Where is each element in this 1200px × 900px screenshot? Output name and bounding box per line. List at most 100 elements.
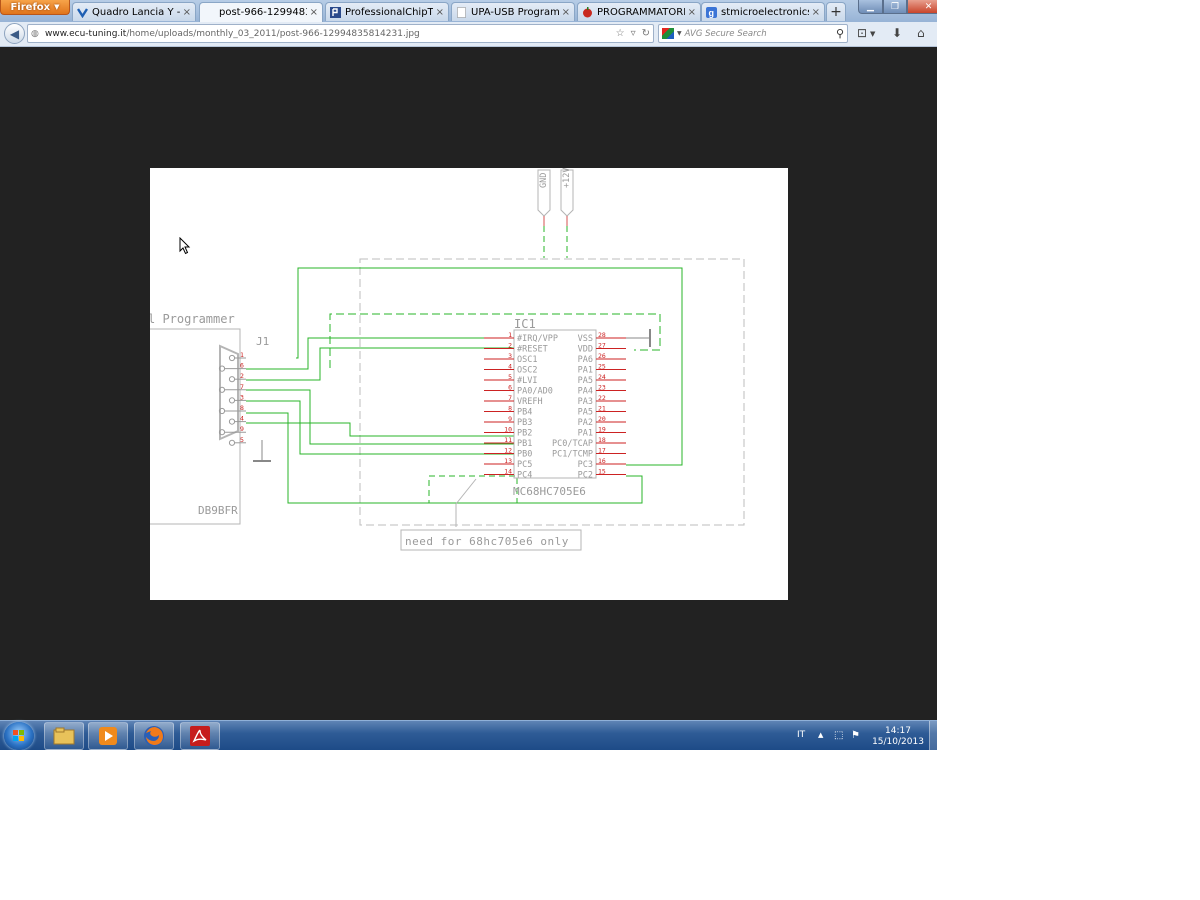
network-icon[interactable]: ⬚ <box>834 730 843 741</box>
show-desktop-button[interactable] <box>929 721 937 750</box>
close-tab-icon[interactable]: × <box>183 7 191 18</box>
ic-pin-number: 10 <box>504 426 512 434</box>
downloads-icon[interactable]: ⬇ <box>892 26 902 40</box>
ic-pin-name: PA4 <box>578 387 593 397</box>
search-icon[interactable]: ⚲ <box>836 27 844 40</box>
url-domain: www.ecu-tuning.it <box>45 28 127 39</box>
action-center-flag-icon[interactable]: ⚑ <box>851 730 860 741</box>
ic-pin-number: 20 <box>598 415 606 423</box>
schematic-drawing: GND +12V need for 68hc705e6 only l Progr… <box>148 168 745 551</box>
ic-pin-name: PA5 <box>578 408 593 418</box>
minimize-button[interactable]: ▁ <box>858 0 883 14</box>
image-favicon-icon <box>204 7 215 18</box>
ic-pin-name: PA3 <box>578 397 593 407</box>
tab-stmicroelectronics[interactable]: g stmicroelectronics st6... × <box>701 2 825 21</box>
reload-icon[interactable]: ↻ <box>642 28 650 39</box>
db9-pin-socket <box>228 439 236 446</box>
ic-pin-name: PC3 <box>578 460 593 470</box>
tab-post-image[interactable]: post-966-12994835814... × <box>199 2 323 22</box>
tab-title: ProfessionalChipTuning <box>345 6 433 18</box>
schematic-image: GND +12V need for 68hc705e6 only l Progr… <box>148 168 788 600</box>
close-window-button[interactable]: ✕ <box>907 0 937 14</box>
clock[interactable]: 14:17 15/10/2013 <box>870 726 926 748</box>
ic-pin-number: 25 <box>598 363 606 371</box>
power-connector-gnd: GND <box>537 169 551 217</box>
db9-pin-number: 1 <box>240 351 244 359</box>
db9-pin-socket <box>228 376 236 383</box>
image-viewer: GND +12V need for 68hc705e6 only l Progr… <box>0 47 937 720</box>
ic-pin-name: PB0 <box>517 450 532 460</box>
tab-title: stmicroelectronics st6... <box>721 6 809 18</box>
ic-pin-name: VSS <box>578 334 593 344</box>
close-tab-icon[interactable]: × <box>562 7 570 18</box>
close-icon: ✕ <box>924 1 933 12</box>
tab-title: UPA-USB Programmer <box>471 6 559 18</box>
ic-pin-name: OSC1 <box>517 355 537 365</box>
taskbar-media-player[interactable] <box>88 722 128 750</box>
address-bar[interactable]: ◍ www.ecu-tuning.it/home/uploads/monthly… <box>27 24 654 43</box>
ic-pin-number: 2 <box>508 342 512 350</box>
firefox-menu-button[interactable]: Firefox ▼ <box>0 0 70 15</box>
clock-time: 14:17 <box>885 726 911 736</box>
db9-pin-number: 7 <box>240 383 244 391</box>
restore-button[interactable]: ❐ <box>883 0 907 14</box>
system-tray: IT ▲ ⬚ ⚑ 14:17 15/10/2013 <box>790 721 937 750</box>
media-player-icon <box>99 727 117 745</box>
tab-quadro-lancia[interactable]: Quadro Lancia Y - Pro... × <box>72 2 196 21</box>
ic-pin-number: 12 <box>504 447 512 455</box>
ic-pin-number: 17 <box>598 447 606 455</box>
ic-pin-name: PA6 <box>578 355 593 365</box>
home-icon[interactable]: ⌂ <box>917 26 925 40</box>
acrobat-icon <box>190 726 210 746</box>
screenshot-tool-icon[interactable]: ⊡ <box>857 26 867 40</box>
close-tab-icon[interactable]: × <box>310 7 318 18</box>
ic-pin-name: OSC2 <box>517 366 537 376</box>
navigation-bar: ◀ ◍ www.ecu-tuning.it/home/uploads/month… <box>0 22 937 47</box>
ic-right-pins: 28 VSS 27 VDD 26 PA6 25 PA1 24 PA5 23 PA4 22 PA3 21 PA5… <box>552 331 626 481</box>
start-button[interactable] <box>4 722 34 750</box>
clock-date: 15/10/2013 <box>872 737 924 747</box>
chevron-down-icon[interactable]: ▼ <box>870 30 875 38</box>
browser-window: Firefox ▼ Quadro Lancia Y - Pro... × pos… <box>0 0 937 750</box>
ic-pin-name: PA1 <box>578 429 593 439</box>
ic-pin-name: VREFH <box>517 397 543 407</box>
tab-professional-chiptuning[interactable]: ProfessionalChipTuning × <box>325 2 449 21</box>
ic-pin-name: PA1 <box>578 366 593 376</box>
ic-pin-name: PB3 <box>517 418 532 428</box>
bookmark-star-icon[interactable]: ☆ <box>616 28 625 39</box>
ic-pin-name: #RESET <box>517 345 548 355</box>
db9-pin-number: 5 <box>240 436 244 444</box>
search-bar[interactable]: ▼ AVG Secure Search ⚲ <box>658 24 848 43</box>
taskbar-acrobat[interactable] <box>180 722 220 750</box>
tab-programmatore-k1[interactable]: PROGRAMMATORE K1... × <box>577 2 701 21</box>
ic-pin-name: PC0/TCAP <box>552 439 593 449</box>
windows-logo-icon <box>13 730 24 741</box>
close-tab-icon[interactable]: × <box>812 7 820 18</box>
chevron-down-icon[interactable]: ▼ <box>677 30 682 37</box>
history-dropdown-icon[interactable]: ▿ <box>631 28 636 39</box>
blank-page-icon <box>456 6 467 18</box>
search-input[interactable]: AVG Secure Search <box>685 29 836 39</box>
taskbar-firefox[interactable] <box>134 722 174 750</box>
language-indicator[interactable]: IT <box>797 730 805 740</box>
back-button[interactable]: ◀ <box>4 23 25 44</box>
ic-pin-number: 3 <box>508 352 512 360</box>
ic-pin-name: PB1 <box>517 439 532 449</box>
ic-pin-name: PC5 <box>517 460 532 470</box>
ic-pin-number: 24 <box>598 373 606 381</box>
ic-pin-number: 6 <box>508 384 512 392</box>
tab-strip: Firefox ▼ Quadro Lancia Y - Pro... × pos… <box>0 0 937 23</box>
vbulletin-favicon-icon <box>77 7 88 18</box>
new-tab-button[interactable]: + <box>826 2 846 21</box>
svg-text:g: g <box>709 8 715 18</box>
ic-pin-number: 7 <box>508 394 512 402</box>
taskbar-explorer[interactable] <box>44 722 84 750</box>
ic-pin-name: PC2 <box>578 471 593 481</box>
url-text[interactable]: www.ecu-tuning.it/home/uploads/monthly_0… <box>45 29 613 39</box>
tab-upa-usb-programmer[interactable]: UPA-USB Programmer × <box>451 2 575 21</box>
ic-pin-number: 5 <box>508 373 512 381</box>
close-tab-icon[interactable]: × <box>688 7 696 18</box>
show-hidden-icons-icon[interactable]: ▲ <box>818 731 823 739</box>
close-tab-icon[interactable]: × <box>436 7 444 18</box>
ic-pin-name: PA2 <box>578 418 593 428</box>
